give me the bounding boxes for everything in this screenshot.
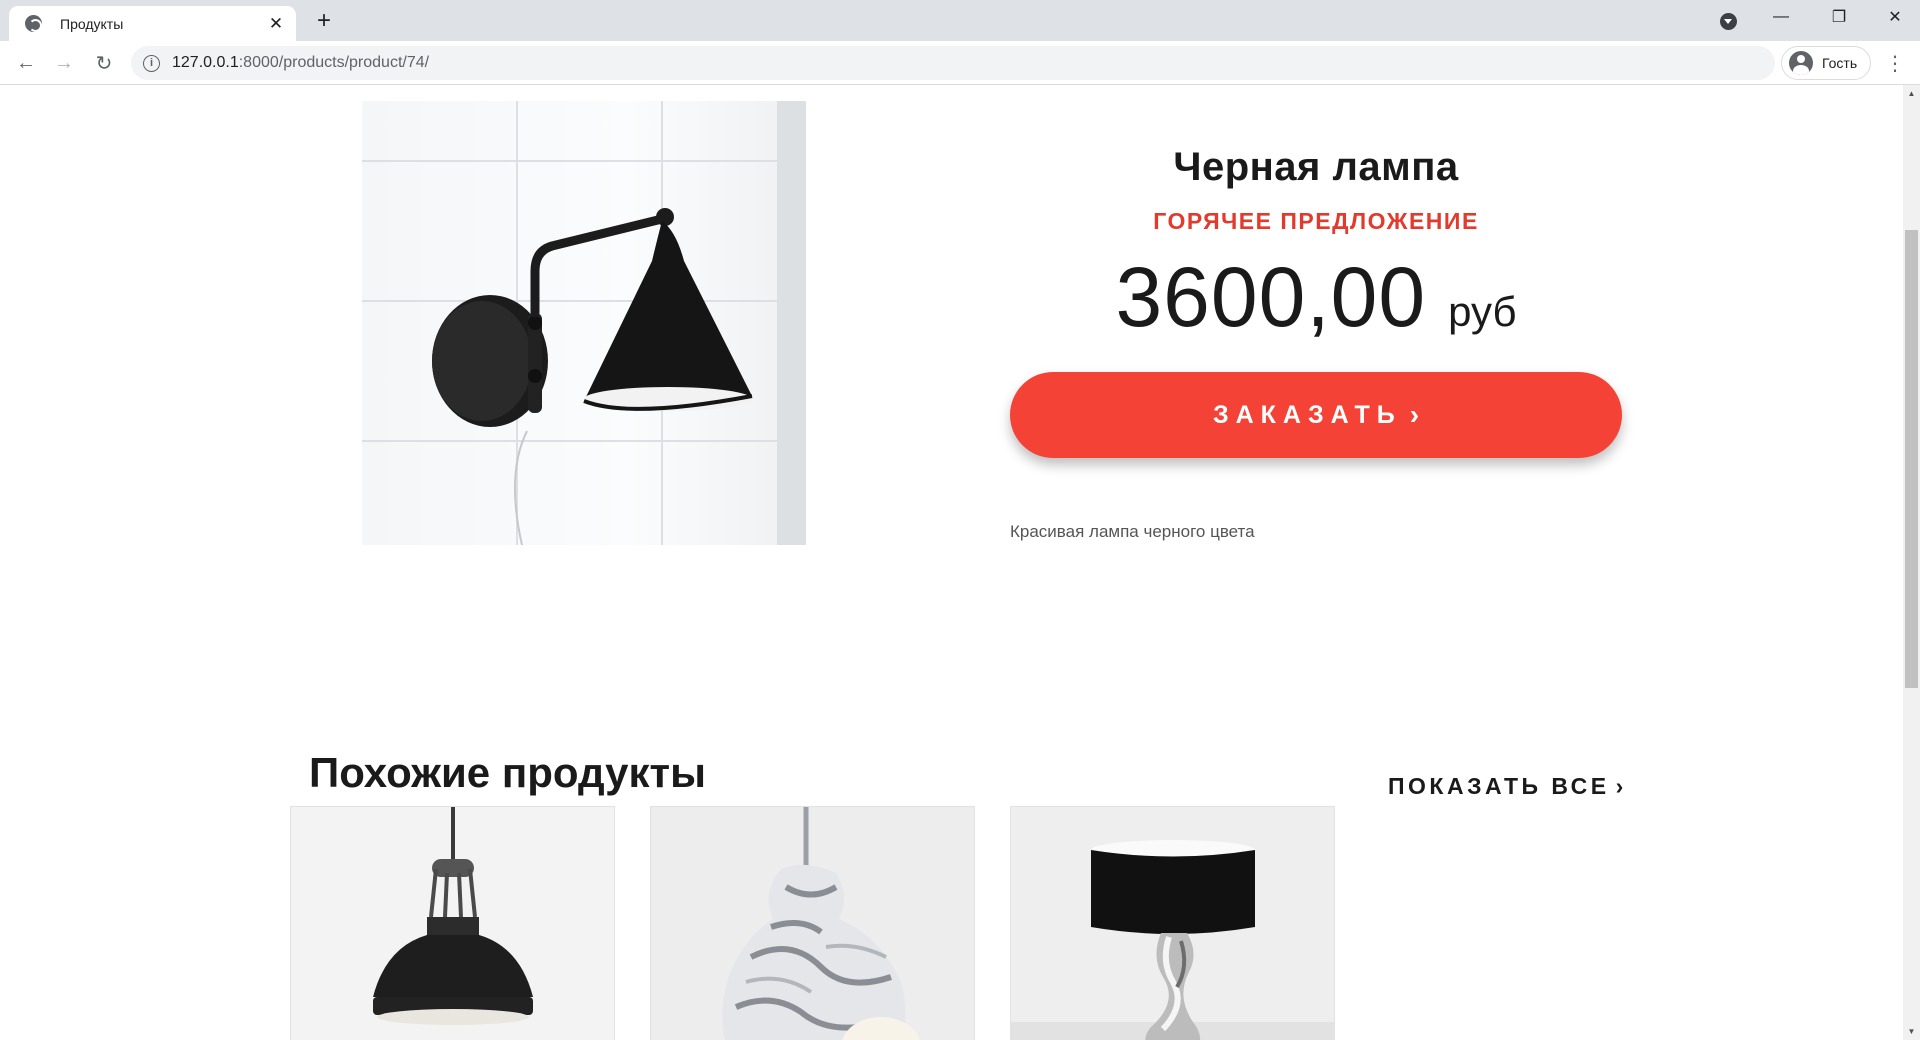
product-info: Черная лампа ГОРЯЧЕЕ ПРЕДЛОЖЕНИЕ 3600,00… [1010, 145, 1622, 542]
price-currency: руб [1448, 288, 1517, 335]
similar-product-card[interactable] [290, 806, 615, 1040]
chevron-right-icon: › [1615, 773, 1624, 799]
price-amount: 3600,00 [1115, 250, 1427, 344]
tab-search-icon[interactable] [1716, 9, 1740, 33]
order-button-label: ЗАКАЗАТЬ [1212, 400, 1402, 429]
scrollbar-thumb[interactable] [1905, 230, 1918, 688]
marble-lamp-image [651, 807, 974, 1040]
table-lamp-image [1011, 807, 1334, 1040]
new-tab-button[interactable]: + [310, 7, 338, 35]
chevron-right-icon: › [1409, 399, 1420, 430]
tab-strip: Продукты ✕ + — ❐ ✕ [0, 0, 1920, 41]
restore-button[interactable]: ❐ [1810, 0, 1868, 34]
similar-products-title: Похожие продукты [309, 749, 706, 796]
hot-offer-badge: ГОРЯЧЕЕ ПРЕДЛОЖЕНИЕ [1153, 208, 1479, 234]
url-path: :8000/products/product/74/ [238, 54, 430, 71]
pendant-lamp-image [291, 807, 614, 1040]
browser-toolbar: ← → ↻ i 127.0.0.1:8000/products/product/… [0, 41, 1920, 85]
profile-button[interactable]: Гость [1781, 46, 1871, 80]
back-button[interactable]: ← [10, 47, 42, 79]
order-button[interactable]: ЗАКАЗАТЬ › [1010, 372, 1622, 458]
show-all-label: ПОКАЗАТЬ ВСЕ [1388, 773, 1610, 799]
page-content: Черная лампа ГОРЯЧЕЕ ПРЕДЛОЖЕНИЕ 3600,00… [0, 85, 1903, 1040]
similar-product-card[interactable] [650, 806, 975, 1040]
reload-button[interactable]: ↻ [88, 47, 120, 79]
product-description: Красивая лампа черного цвета [1010, 522, 1255, 541]
product-name: Черная лампа [1173, 145, 1459, 189]
scroll-down-icon[interactable]: ▼ [1903, 1023, 1920, 1040]
url-host: 127.0.0.1 [172, 54, 239, 71]
page-scrollbar[interactable]: ▲ ▼ [1903, 85, 1920, 1040]
url-text[interactable]: 127.0.0.1:8000/products/product/74/ [172, 54, 429, 72]
product-price: 3600,00 руб [1010, 249, 1622, 346]
minimize-button[interactable]: — [1752, 0, 1810, 34]
address-bar[interactable]: i 127.0.0.1:8000/products/product/74/ [131, 46, 1775, 80]
similar-product-card[interactable] [1010, 806, 1335, 1040]
forward-button[interactable]: → [48, 47, 80, 79]
browser-menu-button[interactable]: ⋮ [1880, 47, 1910, 79]
tab-close-button[interactable]: ✕ [264, 12, 288, 36]
scroll-up-icon[interactable]: ▲ [1903, 85, 1920, 102]
product-image [362, 101, 806, 545]
profile-name: Гость [1822, 55, 1858, 71]
info-icon[interactable]: i [143, 54, 160, 72]
tab-title: Продукты [60, 15, 124, 32]
globe-icon [25, 15, 42, 32]
profile-icon [1789, 51, 1813, 75]
close-window-button[interactable]: ✕ [1866, 0, 1920, 34]
show-all-link[interactable]: ПОКАЗАТЬ ВСЕ › [1388, 773, 1623, 800]
browser-tab[interactable]: Продукты ✕ [9, 6, 296, 41]
